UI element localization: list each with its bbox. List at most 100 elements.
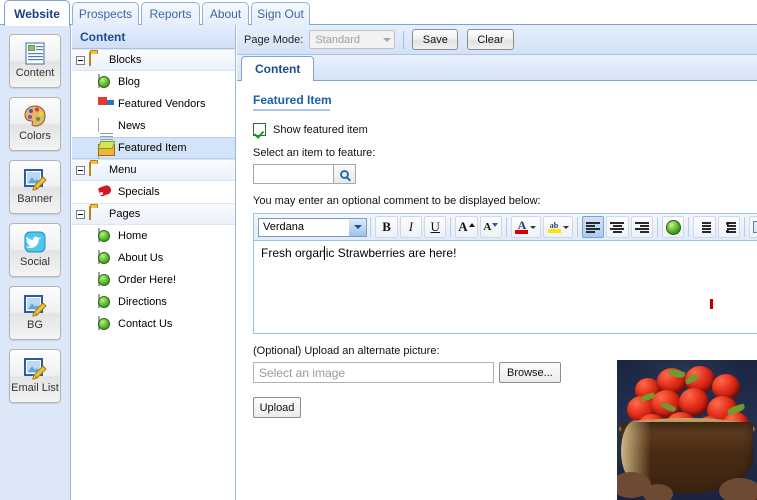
- caret-down-icon: [492, 223, 499, 227]
- collapse-icon[interactable]: [76, 55, 85, 65]
- clear-button[interactable]: Clear: [467, 29, 514, 50]
- tree-node-order-here[interactable]: Order Here!: [72, 269, 235, 291]
- tree-node-about-us[interactable]: About Us: [72, 247, 235, 269]
- toolbar-divider: [403, 30, 405, 49]
- tree-node-label: Directions: [118, 296, 167, 308]
- numbered-list-button[interactable]: [693, 216, 716, 238]
- tree-header-label: Content: [80, 29, 126, 44]
- insert-link-button[interactable]: [661, 216, 685, 238]
- align-right-icon: [634, 221, 649, 233]
- underline-button[interactable]: U: [424, 216, 447, 238]
- collapse-icon[interactable]: [76, 209, 85, 219]
- tree-node-directions[interactable]: Directions: [72, 291, 235, 313]
- rail-item-bg[interactable]: BG: [9, 286, 61, 340]
- tree-node-label: Order Here!: [118, 274, 177, 286]
- search-icon: [340, 169, 349, 179]
- image-edit-icon: [22, 292, 48, 318]
- font-family-value: Verdana: [263, 221, 304, 233]
- tree-node-contact-us[interactable]: Contact Us: [72, 313, 235, 335]
- rail-item-content-label: Content: [15, 67, 55, 79]
- show-featured-checkbox[interactable]: [253, 123, 266, 136]
- decrease-font-size-button[interactable]: A: [479, 216, 502, 238]
- tree-node-featured-item[interactable]: Featured Item: [72, 137, 235, 159]
- toolbar-divider: [370, 217, 372, 237]
- tab-prospects-label: Prospects: [78, 7, 133, 21]
- editor-body[interactable]: Fresh organic Strawberries are here!: [253, 241, 757, 334]
- upload-path-input[interactable]: Select an image: [253, 362, 494, 383]
- twitter-icon: [22, 229, 48, 255]
- tree-node-news[interactable]: News: [72, 115, 235, 159]
- search-button[interactable]: [333, 164, 356, 184]
- rail-item-content[interactable]: Content: [9, 34, 61, 88]
- page-mode-select[interactable]: Standard: [309, 30, 396, 49]
- tab-sign-out[interactable]: Sign Out: [251, 2, 310, 25]
- rail-item-colors[interactable]: Colors: [9, 97, 61, 151]
- collapse-icon[interactable]: [76, 165, 85, 175]
- content-tab-row: Content: [237, 55, 757, 81]
- edit-source-button[interactable]: [748, 216, 757, 238]
- tree-node-label: Specials: [118, 186, 160, 198]
- toolbar-divider: [656, 217, 658, 237]
- tag-icon: [98, 185, 115, 200]
- rail-item-social-label: Social: [20, 256, 50, 268]
- save-button[interactable]: Save: [412, 29, 459, 50]
- browse-button[interactable]: Browse...: [499, 362, 561, 383]
- align-left-icon: [586, 221, 601, 233]
- text-caret: [324, 246, 325, 260]
- upload-label: (Optional) Upload an alternate picture:: [253, 345, 440, 357]
- bullet-list-icon: [722, 221, 736, 233]
- comment-label: You may enter an optional comment to be …: [253, 195, 541, 207]
- tree-node-menu[interactable]: Menu: [72, 159, 235, 181]
- highlight-color-button[interactable]: ab: [542, 216, 574, 238]
- upload-button[interactable]: Upload: [253, 397, 301, 418]
- toolbar-divider: [743, 217, 745, 237]
- tree-node-blocks[interactable]: Blocks: [72, 49, 235, 71]
- font-family-select[interactable]: Verdana: [258, 217, 368, 237]
- rail-item-social[interactable]: Social: [9, 223, 61, 277]
- font-color-glyph: A: [517, 217, 527, 232]
- main-tab-bar: Website Prospects Reports About Sign Out: [0, 0, 757, 26]
- folder-icon: [89, 205, 106, 222]
- tab-about[interactable]: About: [202, 2, 249, 25]
- align-left-button[interactable]: [582, 216, 605, 238]
- tree-node-home[interactable]: Home: [72, 225, 235, 247]
- tree-node-label: About Us: [118, 252, 164, 264]
- red-marker: [710, 299, 713, 309]
- rail-item-banner[interactable]: Banner: [9, 160, 61, 214]
- tree-node-label: Contact Us: [118, 318, 173, 330]
- rail-item-bg-label: BG: [27, 319, 43, 331]
- align-right-button[interactable]: [630, 216, 653, 238]
- rail-item-email-list[interactable]: Email List: [9, 349, 61, 403]
- tree-node-pages[interactable]: Pages: [72, 203, 235, 225]
- font-color-button[interactable]: A: [510, 216, 541, 238]
- document-icon: [22, 40, 48, 66]
- page-globe-icon: [98, 227, 115, 244]
- tree-node-label: News: [118, 120, 146, 132]
- decrease-font-size-glyph: A: [483, 221, 492, 233]
- tab-content[interactable]: Content: [241, 56, 315, 81]
- tree-node-blog[interactable]: Blog: [72, 71, 235, 93]
- italic-button[interactable]: I: [399, 216, 423, 238]
- bold-button[interactable]: B: [375, 216, 398, 238]
- tab-prospects[interactable]: Prospects: [72, 2, 139, 25]
- tab-reports[interactable]: Reports: [141, 2, 200, 25]
- bullet-list-button[interactable]: [717, 216, 740, 238]
- tree-node-specials[interactable]: Specials: [72, 181, 235, 203]
- rail-item-colors-label: Colors: [19, 130, 51, 142]
- editor-body-text: Fresh organic Strawberries are here!: [261, 246, 457, 260]
- page-globe-icon: [98, 271, 115, 288]
- tab-website[interactable]: Website: [4, 0, 70, 26]
- select-item-input[interactable]: [253, 164, 333, 184]
- increase-font-size-button[interactable]: A: [455, 216, 478, 238]
- chevron-down-icon: [383, 37, 392, 42]
- tree-node-label: Featured Item: [118, 142, 187, 154]
- image-edit-icon: [22, 355, 48, 381]
- page-globe-icon: [98, 249, 115, 266]
- font-color-swatch: [515, 229, 529, 234]
- tree-node-featured-vendors[interactable]: Featured Vendors: [72, 93, 235, 115]
- highlight-color-swatch: [547, 228, 561, 233]
- tree-node-label: Home: [118, 230, 148, 242]
- align-center-button[interactable]: [606, 216, 629, 238]
- tab-sign-out-label: Sign Out: [257, 7, 304, 21]
- tree-node-label: Blocks: [109, 54, 142, 66]
